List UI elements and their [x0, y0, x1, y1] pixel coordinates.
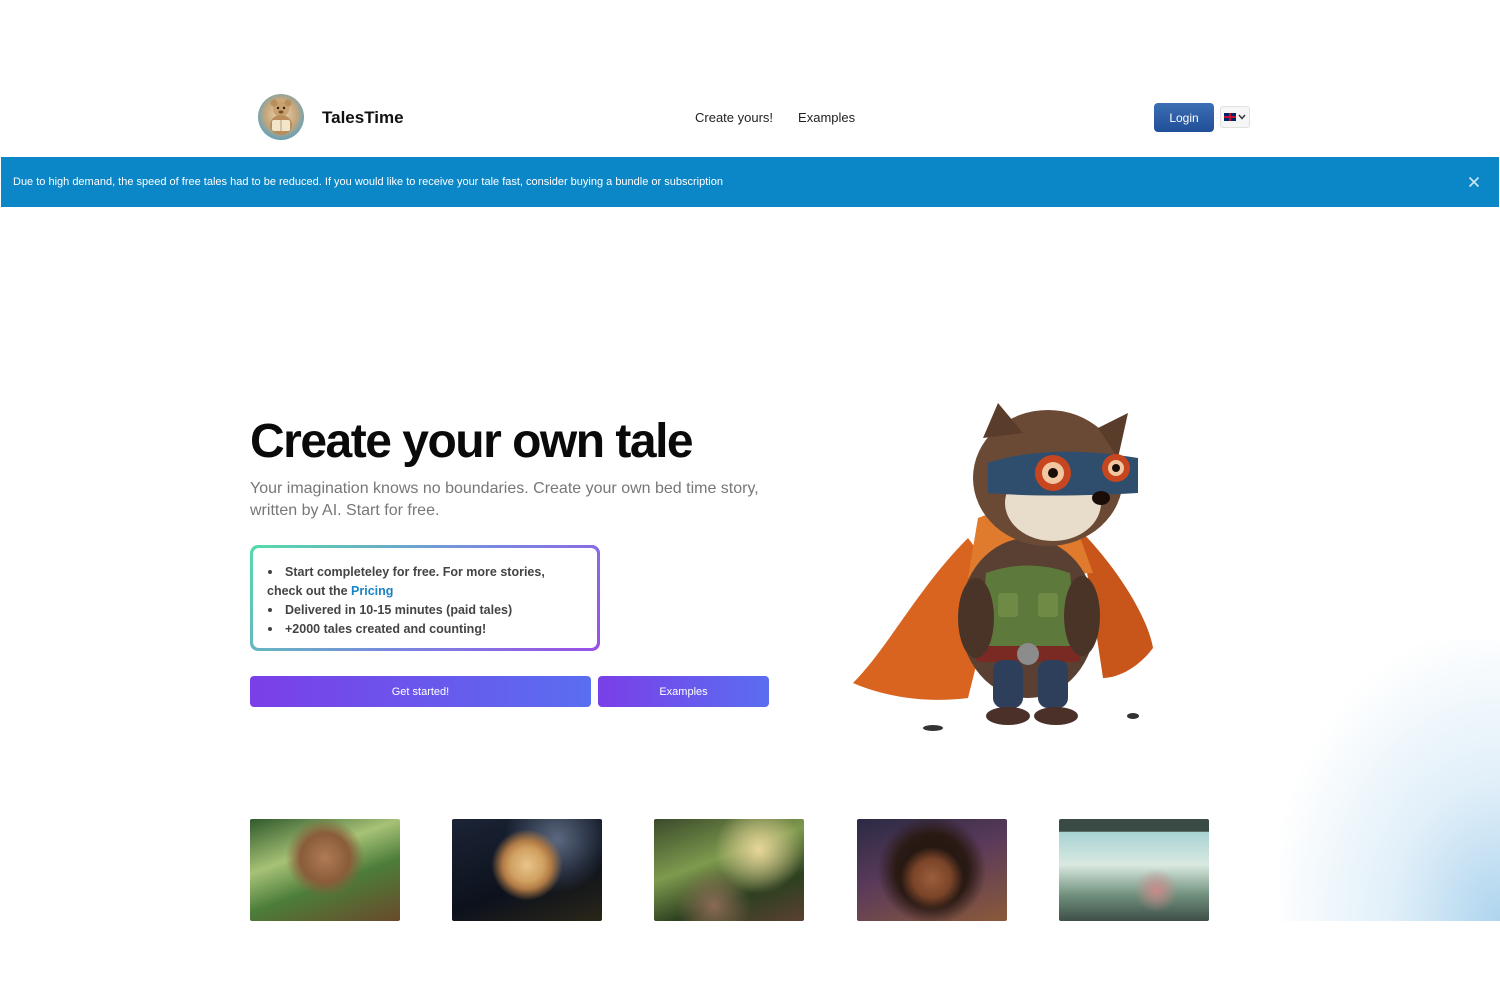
- list-item: Delivered in 10-15 minutes (paid tales): [267, 601, 583, 620]
- nav-examples[interactable]: Examples: [798, 110, 855, 125]
- logo-icon[interactable]: [258, 94, 304, 140]
- background-glow: [1280, 640, 1500, 921]
- features-box-inner: Start completeley for free. For more sto…: [253, 548, 597, 648]
- main-nav: Create yours! Examples: [695, 110, 855, 125]
- chevron-down-icon: [1238, 114, 1246, 120]
- gallery-image-girl[interactable]: [857, 819, 1007, 921]
- gallery-image-rabbits[interactable]: [654, 819, 804, 921]
- gallery-image-window-girl[interactable]: [1059, 819, 1209, 921]
- feature-text: +2000 tales created and counting!: [285, 622, 487, 636]
- banner-text: Due to high demand, the speed of free ta…: [13, 176, 723, 188]
- notice-banner: Due to high demand, the speed of free ta…: [1, 157, 1499, 207]
- gallery-image-monkey[interactable]: [250, 819, 400, 921]
- raccoon-hero-illustration: [853, 403, 1153, 731]
- hero-subtitle: Your imagination knows no boundaries. Cr…: [250, 480, 759, 519]
- login-button[interactable]: Login: [1154, 103, 1214, 132]
- language-selector[interactable]: [1220, 106, 1250, 128]
- features-box: Start completeley for free. For more sto…: [250, 545, 600, 651]
- uk-flag-icon: [1224, 113, 1236, 121]
- examples-button[interactable]: Examples: [598, 676, 769, 707]
- page: TalesTime Create yours! Examples Login D…: [0, 0, 1500, 1000]
- gallery-image-astronaut-bear[interactable]: [452, 819, 602, 921]
- nav-create-yours[interactable]: Create yours!: [695, 110, 773, 125]
- features-list: Start completeley for free. For more sto…: [267, 563, 583, 639]
- feature-text: Delivered in 10-15 minutes (paid tales): [285, 603, 513, 617]
- feature-text: Start completeley for free. For more sto…: [267, 565, 545, 598]
- brand-name[interactable]: TalesTime: [322, 108, 404, 128]
- hero-title: Create your own tale: [250, 415, 694, 468]
- list-item: Start completeley for free. For more sto…: [267, 563, 583, 601]
- pricing-link[interactable]: Pricing: [351, 584, 393, 598]
- close-icon[interactable]: [1466, 174, 1482, 190]
- get-started-button[interactable]: Get started!: [250, 676, 591, 707]
- header: TalesTime Create yours! Examples Login: [0, 80, 1500, 156]
- list-item: +2000 tales created and counting!: [267, 620, 583, 639]
